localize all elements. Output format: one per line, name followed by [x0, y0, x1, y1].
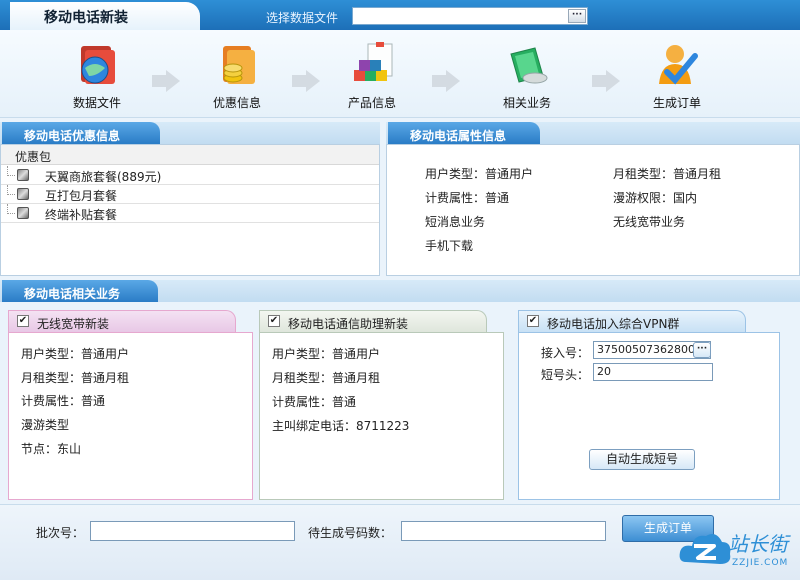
attr-wireless: 无线宽带业务 [613, 215, 686, 229]
short-prefix-input[interactable]: 20 [593, 363, 713, 381]
card-assistant-title: 移动电话通信助理新装 [288, 317, 409, 331]
tree-connector [7, 204, 15, 214]
discount-item-label: 互打包月套餐 [45, 189, 118, 203]
discount-panel-title: 移动电话优惠信息 [2, 122, 160, 144]
short-prefix-label: 短号头： [541, 368, 590, 382]
attr-sms: 短消息业务 [425, 215, 486, 229]
data-file-input[interactable]: ··· [352, 7, 588, 25]
user-check-icon [651, 42, 703, 88]
wireless-checkbox[interactable]: ✔ [17, 315, 29, 327]
card-line: 节点：东山 [21, 442, 82, 456]
package-icon [17, 188, 29, 200]
browse-file-button[interactable]: ··· [568, 9, 586, 23]
step-discount-info[interactable]: 优惠信息 [192, 42, 282, 111]
tree-connector [7, 185, 15, 195]
card-line: 计费属性：普通 [21, 394, 106, 408]
card-wireless: 用户类型：普通用户 月租类型：普通月租 计费属性：普通 漫游类型 节点：东山 [8, 332, 253, 500]
cubes-document-icon [346, 42, 398, 88]
card-assistant: 用户类型：普通用户 月租类型：普通月租 计费属性：普通 主叫绑定电话：87112… [259, 332, 504, 500]
site-logo: 站长街 ZZJIE.COM [676, 522, 796, 576]
access-number-browse-button[interactable]: ··· [693, 342, 711, 358]
step-label: 相关业务 [502, 96, 551, 110]
discount-panel: 优惠包 天翼商旅套餐(889元) 互打包月套餐 终端补贴套餐 [0, 144, 380, 276]
step-label: 生成订单 [652, 96, 701, 110]
card-line: 月租类型：普通月租 [272, 371, 381, 385]
step-product-info[interactable]: 产品信息 [327, 42, 417, 111]
watermark-url: ZZJIE.COM [732, 558, 789, 568]
list-item[interactable]: 互打包月套餐 [1, 185, 379, 204]
card-vpn: 接入号： 3750050736280000 ··· 短号头： 20 自动生成短号 [518, 332, 780, 500]
step-related-business[interactable]: 相关业务 [482, 42, 572, 111]
card-wireless-tab[interactable]: ✔ 无线宽带新装 [8, 310, 236, 332]
access-number-label: 接入号： [541, 346, 590, 360]
short-prefix-value: 20 [597, 365, 611, 378]
wizard-steps: 数据文件 优惠信息 产品信息 相关业务 生成订单 [0, 30, 800, 118]
discount-item-label: 天翼商旅套餐(889元) [45, 170, 162, 184]
assistant-checkbox[interactable]: ✔ [268, 315, 280, 327]
coin-folder-icon [211, 42, 263, 88]
attr-rent-type: 月租类型：普通月租 [613, 167, 722, 181]
card-line: 计费属性：普通 [272, 395, 357, 409]
card-line: 用户类型：普通用户 [21, 347, 130, 361]
tree-connector [7, 166, 15, 176]
attribute-panel-title: 移动电话属性信息 [388, 122, 540, 144]
list-item[interactable]: 天翼商旅套餐(889元) [1, 166, 379, 185]
step-generate-order[interactable]: 生成订单 [632, 42, 722, 111]
file-select-label: 选择数据文件 [266, 11, 339, 25]
card-line: 主叫绑定电话：8711223 [272, 419, 410, 433]
discount-tree-header: 优惠包 [1, 145, 379, 165]
batch-number-label: 批次号： [36, 526, 85, 540]
step-data-file[interactable]: 数据文件 [52, 42, 142, 111]
card-line: 月租类型：普通月租 [21, 371, 130, 385]
list-item[interactable]: 终端补贴套餐 [1, 204, 379, 223]
pending-count-label: 待生成号码数： [308, 526, 393, 540]
green-card-icon [501, 42, 553, 88]
card-wireless-title: 无线宽带新装 [37, 317, 110, 331]
card-line: 用户类型：普通用户 [272, 347, 381, 361]
attr-user-type: 用户类型：普通用户 [425, 167, 534, 181]
package-icon [17, 169, 29, 181]
card-line: 漫游类型 [21, 418, 70, 432]
auto-generate-short-button[interactable]: 自动生成短号 [589, 449, 695, 470]
services-panel-title: 移动电话相关业务 [2, 280, 158, 302]
card-vpn-tab[interactable]: ✔ 移动电话加入综合VPN群 [518, 310, 746, 332]
vpn-checkbox[interactable]: ✔ [527, 315, 539, 327]
attr-roaming: 漫游权限：国内 [613, 191, 698, 205]
discount-item-label: 终端补贴套餐 [45, 208, 118, 222]
watermark-text: 站长街 [728, 532, 788, 556]
batch-number-input[interactable] [90, 521, 295, 541]
page-title: 移动电话新装 [10, 2, 200, 30]
pending-count-input[interactable] [401, 521, 606, 541]
card-vpn-title: 移动电话加入综合VPN群 [547, 317, 680, 331]
step-label: 产品信息 [347, 96, 396, 110]
globe-folder-icon [71, 42, 123, 88]
step-label: 数据文件 [72, 96, 121, 110]
package-icon [17, 207, 29, 219]
top-bar: 移动电话新装 选择数据文件 ··· [0, 0, 800, 30]
attr-download: 手机下载 [425, 239, 474, 253]
attribute-panel: 用户类型：普通用户 月租类型：普通月租 计费属性：普通 漫游权限：国内 短消息业… [386, 144, 800, 276]
attr-billing: 计费属性：普通 [425, 191, 510, 205]
step-label: 优惠信息 [212, 96, 261, 110]
card-assistant-tab[interactable]: ✔ 移动电话通信助理新装 [259, 310, 487, 332]
